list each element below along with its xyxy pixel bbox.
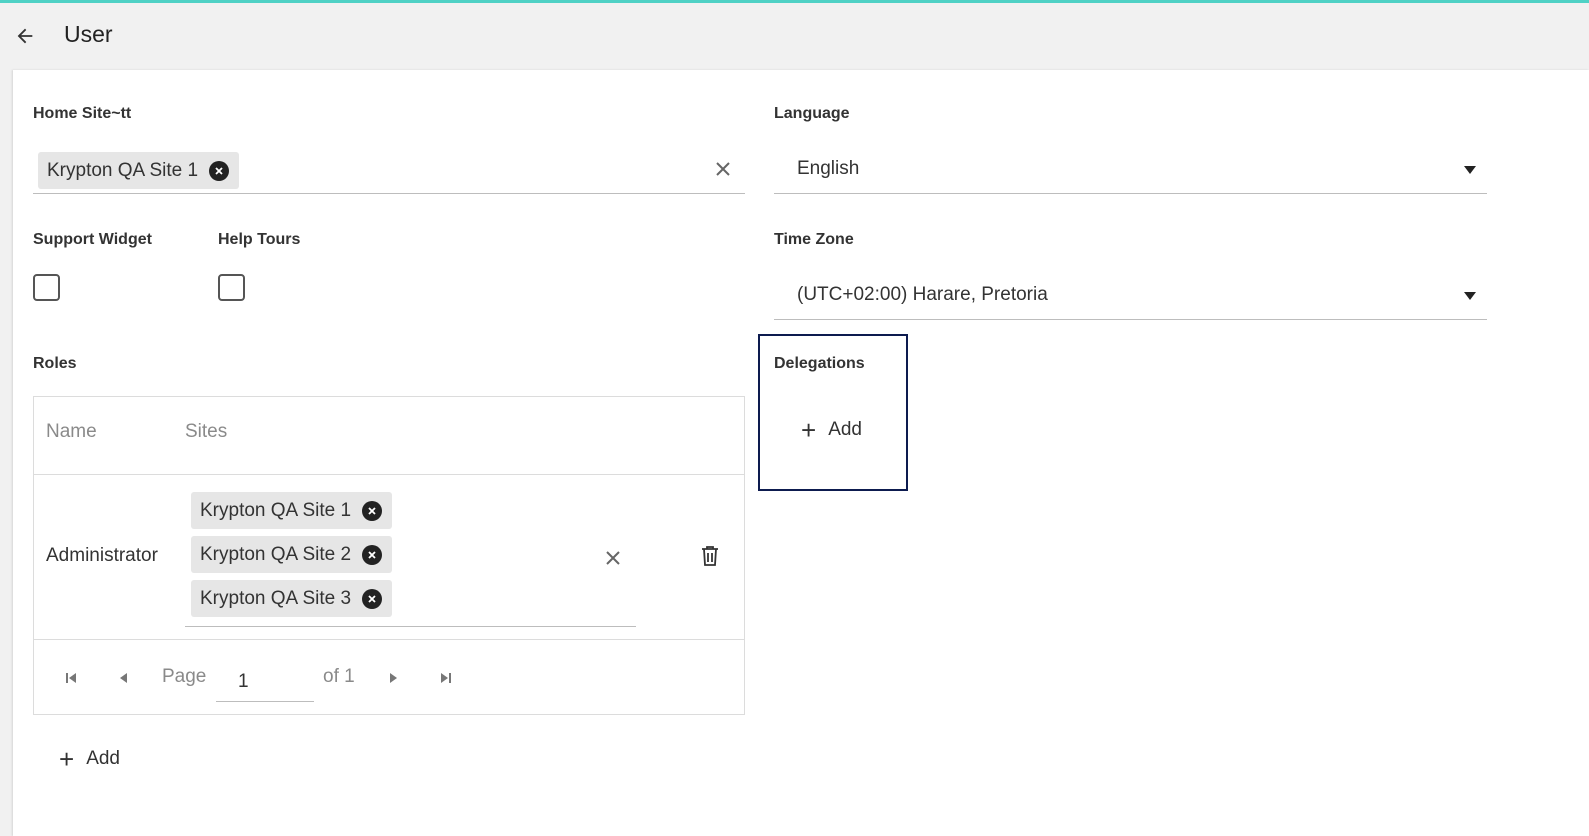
page-label: Page [162,666,207,687]
time-zone-value: (UTC+02:00) Harare, Pretoria [797,284,1048,305]
page-title: User [64,21,113,47]
support-widget-checkbox[interactable] [33,274,60,301]
language-value: English [797,158,860,179]
arrow-left-icon [17,28,33,44]
add-delegation-button[interactable]: + Add [801,417,862,443]
site-chip: Krypton QA Site 2 [191,536,393,573]
page-count-label: of 1 [323,666,355,687]
page-header: User [0,3,1589,70]
role-sites-input[interactable]: Krypton QA Site 1 Krypton QA Site 2 Kryp… [185,488,636,627]
language-select[interactable]: English [774,148,1487,194]
chip-label: Krypton QA Site 3 [200,587,352,609]
add-role-label: Add [86,748,120,769]
site-chip: Krypton QA Site 1 [191,492,393,529]
close-icon [716,162,730,176]
language-label: Language [774,105,850,122]
circle-x-icon[interactable] [362,588,383,609]
home-site-input[interactable]: Krypton QA Site 1 [33,148,745,194]
circle-x-icon[interactable] [362,544,383,565]
first-page-icon [66,673,76,683]
next-page-icon [390,673,397,683]
caret-down-icon[interactable] [1464,292,1476,300]
back-button[interactable] [12,23,38,49]
support-widget-label: Support Widget [33,231,152,248]
delete-role-button[interactable] [699,545,721,567]
last-page-icon [441,673,451,683]
column-header-name[interactable]: Name [46,421,97,443]
home-site-chip: Krypton QA Site 1 [38,152,240,189]
help-tours-label: Help Tours [218,231,301,248]
page-number-input[interactable] [216,662,314,702]
chip-label: Krypton QA Site 2 [200,543,352,565]
roles-pager: Page of 1 [34,640,744,714]
chip-label: Krypton QA Site 1 [200,499,352,521]
help-tours-checkbox[interactable] [218,274,245,301]
plus-icon: + [59,744,75,774]
first-page-button[interactable] [61,668,81,688]
clear-home-site-button[interactable] [712,158,734,180]
user-form-card: Home Site~tt Krypton QA Site 1 Language … [13,70,1589,836]
circle-x-icon[interactable] [209,160,230,181]
close-icon [606,551,620,565]
roles-grid: Name Sites Administrator Krypton QA Site… [33,396,745,715]
time-zone-label: Time Zone [774,231,854,248]
plus-icon: + [801,415,817,445]
prev-page-button[interactable] [114,668,134,688]
column-header-sites[interactable]: Sites [185,421,227,443]
role-name: Administrator [46,545,158,566]
prev-page-icon [120,673,127,683]
circle-x-icon[interactable] [362,500,383,521]
site-chip: Krypton QA Site 3 [191,580,393,617]
trash-icon [702,546,718,566]
next-page-button[interactable] [383,668,403,688]
add-delegation-label: Add [828,419,862,440]
home-site-label: Home Site~tt [33,105,132,122]
roles-label: Roles [33,355,77,372]
chip-label: Krypton QA Site 1 [47,159,199,181]
table-row[interactable]: Administrator Krypton QA Site 1 Krypton … [34,475,744,640]
roles-grid-header: Name Sites [34,397,744,475]
last-page-button[interactable] [436,668,456,688]
add-role-button[interactable]: + Add [59,746,120,772]
delegations-label: Delegations [774,355,865,372]
time-zone-select[interactable]: (UTC+02:00) Harare, Pretoria [774,274,1487,320]
caret-down-icon[interactable] [1464,166,1476,174]
clear-sites-button[interactable] [602,547,624,569]
